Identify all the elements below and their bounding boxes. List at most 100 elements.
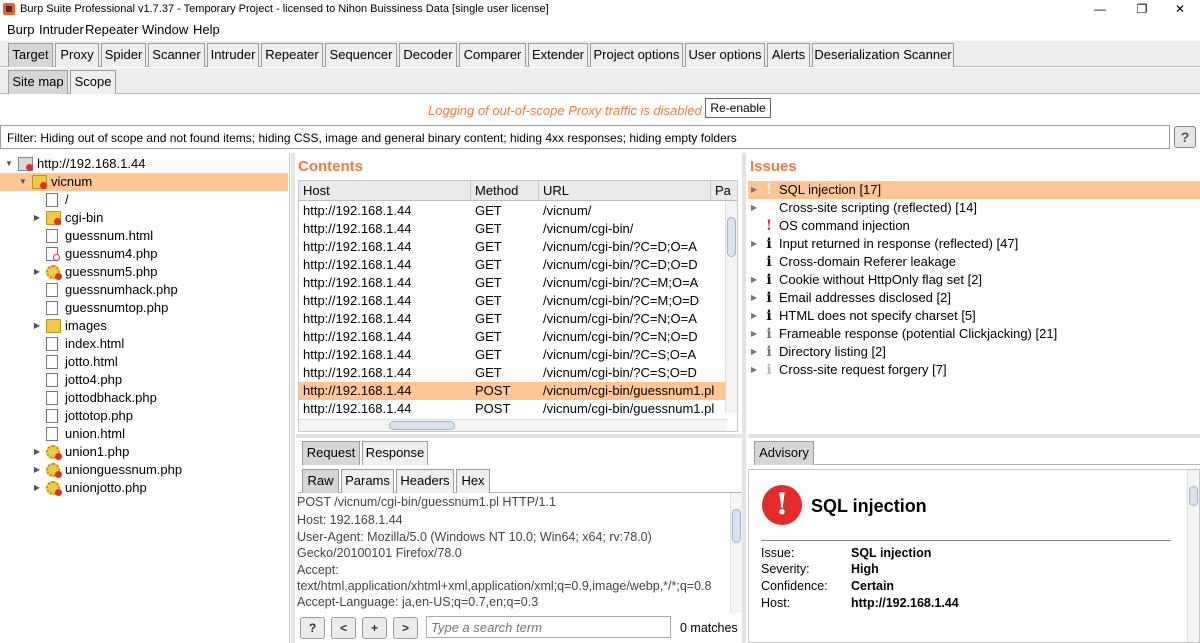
maximize-button[interactable]: ❐ xyxy=(1122,0,1162,18)
expand-arrow-right-icon[interactable]: ▶ xyxy=(32,209,42,227)
tree-node[interactable]: / xyxy=(0,191,288,209)
expand-arrow-right-icon[interactable]: ▶ xyxy=(751,199,757,217)
horizontal-splitter[interactable] xyxy=(296,434,742,438)
expand-arrow-right-icon[interactable]: ▶ xyxy=(751,361,757,379)
tab-request[interactable]: Request xyxy=(302,441,360,465)
issue-item[interactable]: ▶ i Input returned in response (reflected)… xyxy=(748,235,1200,253)
tree-node[interactable]: guessnum.html xyxy=(0,227,288,245)
search-add-button[interactable]: + xyxy=(362,617,387,639)
re-enable-button[interactable]: Re-enable xyxy=(705,98,771,118)
issue-item[interactable]: ▶ i Cross-site request forgery [7] xyxy=(748,361,1200,379)
issue-item[interactable]: ▶ i Cookie without HttpOnly flag set [2] xyxy=(748,271,1200,289)
column-params[interactable]: Pa xyxy=(711,181,737,201)
tab-sequencer[interactable]: Sequencer xyxy=(325,43,397,67)
tree-node[interactable]: ▶ images xyxy=(0,317,288,335)
request-vertical-scrollbar[interactable] xyxy=(730,493,742,613)
menu-help[interactable]: Help xyxy=(193,22,220,37)
vertical-splitter[interactable] xyxy=(742,153,746,643)
tab-extender[interactable]: Extender xyxy=(528,43,588,67)
tab-scope[interactable]: Scope xyxy=(70,70,116,94)
scroll-thumb[interactable] xyxy=(727,217,736,257)
issue-item[interactable]: ▶! SQL injection [17] xyxy=(748,181,1200,199)
tree-node[interactable]: ▶ union1.php xyxy=(0,443,288,461)
table-row[interactable]: http://192.168.1.44 GET/vicnum/cgi-bin/?C… xyxy=(299,328,727,346)
tab-intruder[interactable]: Intruder xyxy=(207,43,259,67)
tree-node[interactable]: guessnumtop.php xyxy=(0,299,288,317)
tab-headers[interactable]: Headers xyxy=(396,469,454,493)
issue-item[interactable]: ▶! Cross-site scripting (reflected) [14] xyxy=(748,199,1200,217)
expand-arrow-right-icon[interactable]: ▶ xyxy=(751,343,757,361)
scroll-thumb[interactable] xyxy=(1189,486,1198,506)
tree-node[interactable]: jotto.html xyxy=(0,353,288,371)
tab-scanner[interactable]: Scanner xyxy=(148,43,205,67)
search-next-button[interactable]: > xyxy=(393,617,418,639)
tree-node[interactable]: jotto4.php xyxy=(0,371,288,389)
expand-arrow-down-icon[interactable]: ▼ xyxy=(18,173,28,191)
tree-node[interactable]: jottodbhack.php xyxy=(0,389,288,407)
expand-arrow-right-icon[interactable]: ▶ xyxy=(32,317,42,335)
expand-arrow-right-icon[interactable]: ▶ xyxy=(751,181,757,199)
issue-item[interactable]: ▶ i Directory listing [2] xyxy=(748,343,1200,361)
tree-node[interactable]: index.html xyxy=(0,335,288,353)
issue-item[interactable]: ▶ i Frameable response (potential Clickjac… xyxy=(748,325,1200,343)
scroll-thumb[interactable] xyxy=(732,509,741,543)
tree-node[interactable]: ▶ unionguessnum.php xyxy=(0,461,288,479)
tab-spider[interactable]: Spider xyxy=(101,43,146,67)
table-row[interactable]: http://192.168.1.44 GET/vicnum/cgi-bin/?C… xyxy=(299,256,727,274)
search-help-button[interactable]: ? xyxy=(300,617,325,639)
table-row[interactable]: http://192.168.1.44 GET/vicnum/cgi-bin/?C… xyxy=(299,346,727,364)
filter-bar[interactable]: Filter: Hiding out of scope and not foun… xyxy=(0,125,1170,149)
expand-arrow-right-icon[interactable]: ▶ xyxy=(751,307,757,325)
search-previous-button[interactable]: < xyxy=(331,617,356,639)
tab-site-map[interactable]: Site map xyxy=(8,70,68,94)
tree-node[interactable]: ▼ http://192.168.1.44 xyxy=(0,155,288,173)
advisory-vertical-scrollbar[interactable] xyxy=(1187,470,1199,642)
column-url[interactable]: URL xyxy=(539,181,711,201)
expand-arrow-right-icon[interactable]: ▶ xyxy=(751,235,757,253)
tab-repeater[interactable]: Repeater xyxy=(261,43,323,67)
table-row[interactable]: http://192.168.1.44 POST/vicnum/cgi-bin/g… xyxy=(299,382,727,400)
expand-arrow-down-icon[interactable]: ▼ xyxy=(4,155,14,173)
tab-alerts[interactable]: Alerts xyxy=(767,43,810,67)
tree-node[interactable]: union.html xyxy=(0,425,288,443)
tree-node[interactable]: ▶ cgi-bin xyxy=(0,209,288,227)
tab-deserialization-scanner[interactable]: Deserialization Scanner xyxy=(812,43,954,67)
horizontal-splitter[interactable] xyxy=(748,434,1200,438)
tab-decoder[interactable]: Decoder xyxy=(399,43,457,67)
search-input[interactable] xyxy=(426,616,671,638)
issue-item[interactable]: i Cross-domain Referer leakage xyxy=(748,253,1200,271)
table-row[interactable]: http://192.168.1.44 GET/vicnum/cgi-bin/ xyxy=(299,220,727,238)
issue-item[interactable]: ▶ i Email addresses disclosed [2] xyxy=(748,289,1200,307)
table-row[interactable]: http://192.168.1.44 GET/vicnum/cgi-bin/?C… xyxy=(299,238,727,256)
expand-arrow-right-icon[interactable]: ▶ xyxy=(751,289,757,307)
minimize-button[interactable]: — xyxy=(1080,0,1120,18)
expand-arrow-right-icon[interactable]: ▶ xyxy=(32,443,42,461)
scroll-thumb[interactable] xyxy=(389,421,455,430)
menu-intruder[interactable]: Intruder xyxy=(39,22,84,37)
tree-node[interactable]: ▶ guessnum5.php xyxy=(0,263,288,281)
expand-arrow-right-icon[interactable]: ▶ xyxy=(751,271,757,289)
vertical-splitter[interactable] xyxy=(291,153,295,643)
tab-raw[interactable]: Raw xyxy=(302,469,339,493)
tab-project-options[interactable]: Project options xyxy=(590,43,683,67)
tab-params[interactable]: Params xyxy=(341,469,394,493)
tree-node[interactable]: jottotop.php xyxy=(0,407,288,425)
menu-window[interactable]: Window xyxy=(142,22,188,37)
tree-node[interactable]: ▶ unionjotto.php xyxy=(0,479,288,497)
tab-hex[interactable]: Hex xyxy=(456,469,490,493)
table-row[interactable]: http://192.168.1.44 GET/vicnum/ xyxy=(299,202,727,220)
issue-item[interactable]: ▶ i HTML does not specify charset [5] xyxy=(748,307,1200,325)
tree-node[interactable]: guessnum4.php xyxy=(0,245,288,263)
table-row[interactable]: http://192.168.1.44 POST/vicnum/cgi-bin/g… xyxy=(299,400,727,418)
contents-vertical-scrollbar[interactable] xyxy=(725,201,737,413)
contents-horizontal-scrollbar[interactable] xyxy=(299,419,727,431)
expand-arrow-right-icon[interactable]: ▶ xyxy=(32,479,42,497)
column-method[interactable]: Method xyxy=(471,181,539,201)
tab-response[interactable]: Response xyxy=(362,441,428,465)
tab-proxy[interactable]: Proxy xyxy=(55,43,99,67)
tab-target[interactable]: Target xyxy=(8,43,53,67)
expand-arrow-right-icon[interactable]: ▶ xyxy=(32,461,42,479)
table-row[interactable]: http://192.168.1.44 GET/vicnum/cgi-bin/?C… xyxy=(299,274,727,292)
tree-node[interactable]: guessnumhack.php xyxy=(0,281,288,299)
tab-comparer[interactable]: Comparer xyxy=(459,43,526,67)
